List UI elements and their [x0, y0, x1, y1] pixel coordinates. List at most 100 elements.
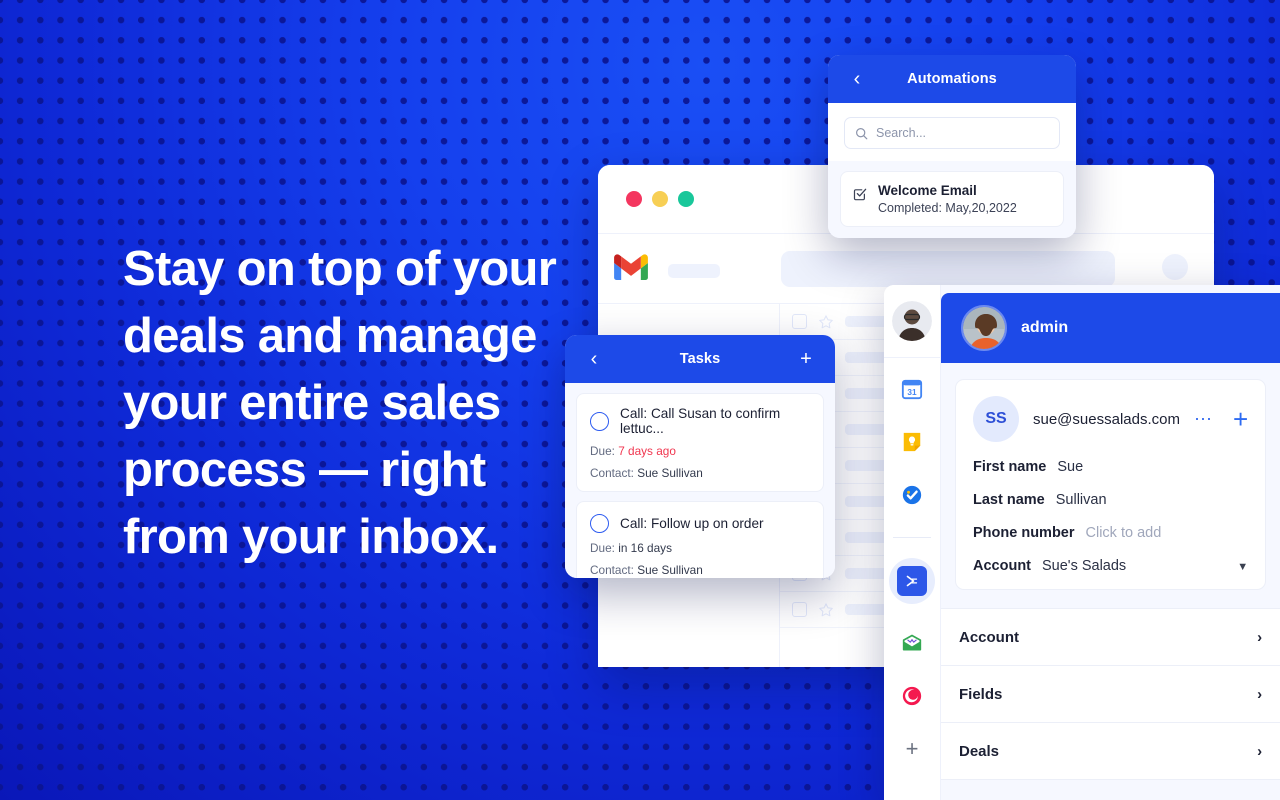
field-account[interactable]: Account Sue's Salads ▼ — [973, 558, 1248, 574]
gmail-menu-skeleton — [668, 264, 720, 278]
task-complete-radio-icon[interactable] — [590, 514, 609, 533]
task-due: Due: 7 days ago — [590, 444, 810, 458]
field-value-placeholder: Click to add — [1085, 525, 1162, 541]
mailtrack-envelope-icon[interactable] — [899, 630, 925, 656]
task-due-value: 7 days ago — [618, 444, 676, 458]
task-due-label: Due: — [590, 541, 615, 555]
chevron-right-icon: › — [1257, 628, 1263, 646]
field-value: Sue — [1057, 459, 1084, 475]
field-label: First name — [973, 459, 1047, 475]
automations-panel: ‹ Automations Search... Welcome Email Co… — [828, 55, 1076, 238]
admin-header: admin — [941, 293, 1280, 363]
task-row-top: Call: Follow up on order — [590, 514, 810, 533]
minimize-traffic-light-icon[interactable] — [652, 191, 668, 207]
list-item[interactable]: Welcome Email Completed: May,20,2022 — [840, 171, 1064, 227]
task-contact-value: Sue Sullivan — [637, 466, 703, 480]
section-account[interactable]: Account › — [941, 609, 1280, 666]
automation-status-label: Completed: — [878, 201, 942, 215]
gmail-account-avatar-skeleton[interactable] — [1162, 254, 1188, 280]
tasks-panel: ‹ Tasks + Call: Call Susan to confirm le… — [565, 335, 835, 578]
task-complete-radio-icon[interactable] — [590, 411, 609, 431]
admin-avatar[interactable] — [961, 305, 1007, 351]
automations-title: Automations — [907, 71, 997, 87]
zoom-traffic-light-icon[interactable] — [678, 191, 694, 207]
star-icon[interactable] — [818, 314, 834, 330]
task-name: Call: Call Susan to confirm lettuc... — [620, 406, 781, 436]
rail-divider-2 — [893, 537, 931, 538]
gmail-logo-icon — [614, 254, 648, 280]
checkbox-icon[interactable] — [792, 314, 807, 329]
section-label: Account — [959, 628, 1019, 646]
section-label: Fields — [959, 685, 1003, 703]
task-due: Due: in 16 days — [590, 541, 810, 555]
checkbox-icon[interactable] — [792, 602, 807, 617]
field-value: Sullivan — [1055, 492, 1107, 508]
task-contact-label: Contact: — [590, 466, 634, 480]
google-tasks-icon[interactable] — [899, 482, 925, 508]
boomerang-icon[interactable] — [899, 683, 925, 709]
streak-icon-square — [897, 566, 927, 596]
contact-card-header: SS sue@suessalads.com ⋯ + — [973, 396, 1248, 442]
contact-sidebar: 31 + admin SS sue@suessalads.com ⋯ + Fir… — [884, 285, 1280, 800]
field-value: Sue's Salads — [1042, 558, 1127, 574]
section-deals[interactable]: Deals › — [941, 723, 1280, 780]
automations-header: ‹ Automations — [828, 55, 1076, 103]
user-avatar[interactable] — [892, 301, 932, 341]
task-due-label: Due: — [590, 444, 615, 458]
contact-column: admin SS sue@suessalads.com ⋯ + First na… — [941, 285, 1280, 800]
task-contact: Contact: Sue Sullivan — [590, 466, 810, 480]
automation-title: Welcome Email — [878, 183, 977, 198]
automations-search-area: Search... — [828, 103, 1076, 161]
app-rail: 31 + — [884, 285, 941, 800]
streak-app-icon[interactable] — [889, 558, 935, 604]
task-name: Call: Follow up on order — [620, 516, 764, 531]
task-contact-value: Sue Sullivan — [637, 563, 703, 577]
google-calendar-icon[interactable]: 31 — [899, 376, 925, 402]
field-label: Account — [973, 558, 1031, 574]
chevron-right-icon: › — [1257, 742, 1263, 760]
tasks-title: Tasks — [679, 351, 721, 367]
automation-status: Completed: May,20,2022 — [878, 201, 1017, 215]
caret-down-icon[interactable]: ▼ — [1237, 561, 1248, 573]
task-contact: Contact: Sue Sullivan — [590, 563, 810, 577]
list-item[interactable]: Call: Follow up on order Due: in 16 days… — [576, 501, 824, 578]
close-traffic-light-icon[interactable] — [626, 191, 642, 207]
field-last-name[interactable]: Last name Sullivan — [973, 492, 1248, 508]
automations-list: Welcome Email Completed: May,20,2022 — [828, 161, 1076, 238]
add-task-button[interactable]: + — [793, 349, 819, 369]
search-placeholder: Search... — [876, 126, 927, 140]
field-label: Last name — [973, 492, 1045, 508]
tasks-list: Call: Call Susan to confirm lettuc... Du… — [565, 383, 835, 578]
chevron-left-icon[interactable]: ‹ — [581, 349, 607, 369]
gmail-search-skeleton[interactable] — [781, 251, 1115, 287]
contact-email[interactable]: sue@suessalads.com — [1033, 411, 1180, 428]
list-item[interactable]: Call: Call Susan to confirm lettuc... Du… — [576, 393, 824, 492]
chevron-left-icon[interactable]: ‹ — [844, 69, 870, 89]
chevron-right-icon: › — [1257, 685, 1263, 703]
svg-text:31: 31 — [907, 388, 917, 397]
task-complete-icon — [853, 188, 867, 201]
task-row-top: Call: Call Susan to confirm lettuc... — [590, 406, 810, 436]
search-icon — [856, 127, 868, 139]
field-first-name[interactable]: First name Sue — [973, 459, 1248, 475]
search-input[interactable]: Search... — [844, 117, 1060, 149]
contact-card: SS sue@suessalads.com ⋯ + First name Sue… — [955, 379, 1267, 590]
task-contact-label: Contact: — [590, 563, 634, 577]
tasks-header: ‹ Tasks + — [565, 335, 835, 383]
contact-sections: Account › Fields › Deals › — [941, 608, 1280, 780]
add-app-button[interactable]: + — [899, 736, 925, 762]
task-due-value: in 16 days — [618, 541, 672, 555]
contact-initials-avatar: SS — [973, 396, 1019, 442]
google-keep-icon[interactable] — [899, 429, 925, 455]
section-fields[interactable]: Fields › — [941, 666, 1280, 723]
star-icon[interactable] — [818, 602, 834, 618]
automation-status-date: May,20,2022 — [945, 201, 1017, 215]
rail-divider — [884, 357, 940, 358]
field-label: Phone number — [973, 525, 1075, 541]
admin-name: admin — [1021, 319, 1069, 336]
section-label: Deals — [959, 742, 1000, 760]
ellipsis-icon[interactable]: ⋯ — [1194, 409, 1213, 430]
page-headline: Stay on top of your deals and manage you… — [123, 242, 557, 564]
field-phone-number[interactable]: Phone number Click to add — [973, 525, 1248, 541]
plus-icon[interactable]: + — [1233, 406, 1248, 432]
